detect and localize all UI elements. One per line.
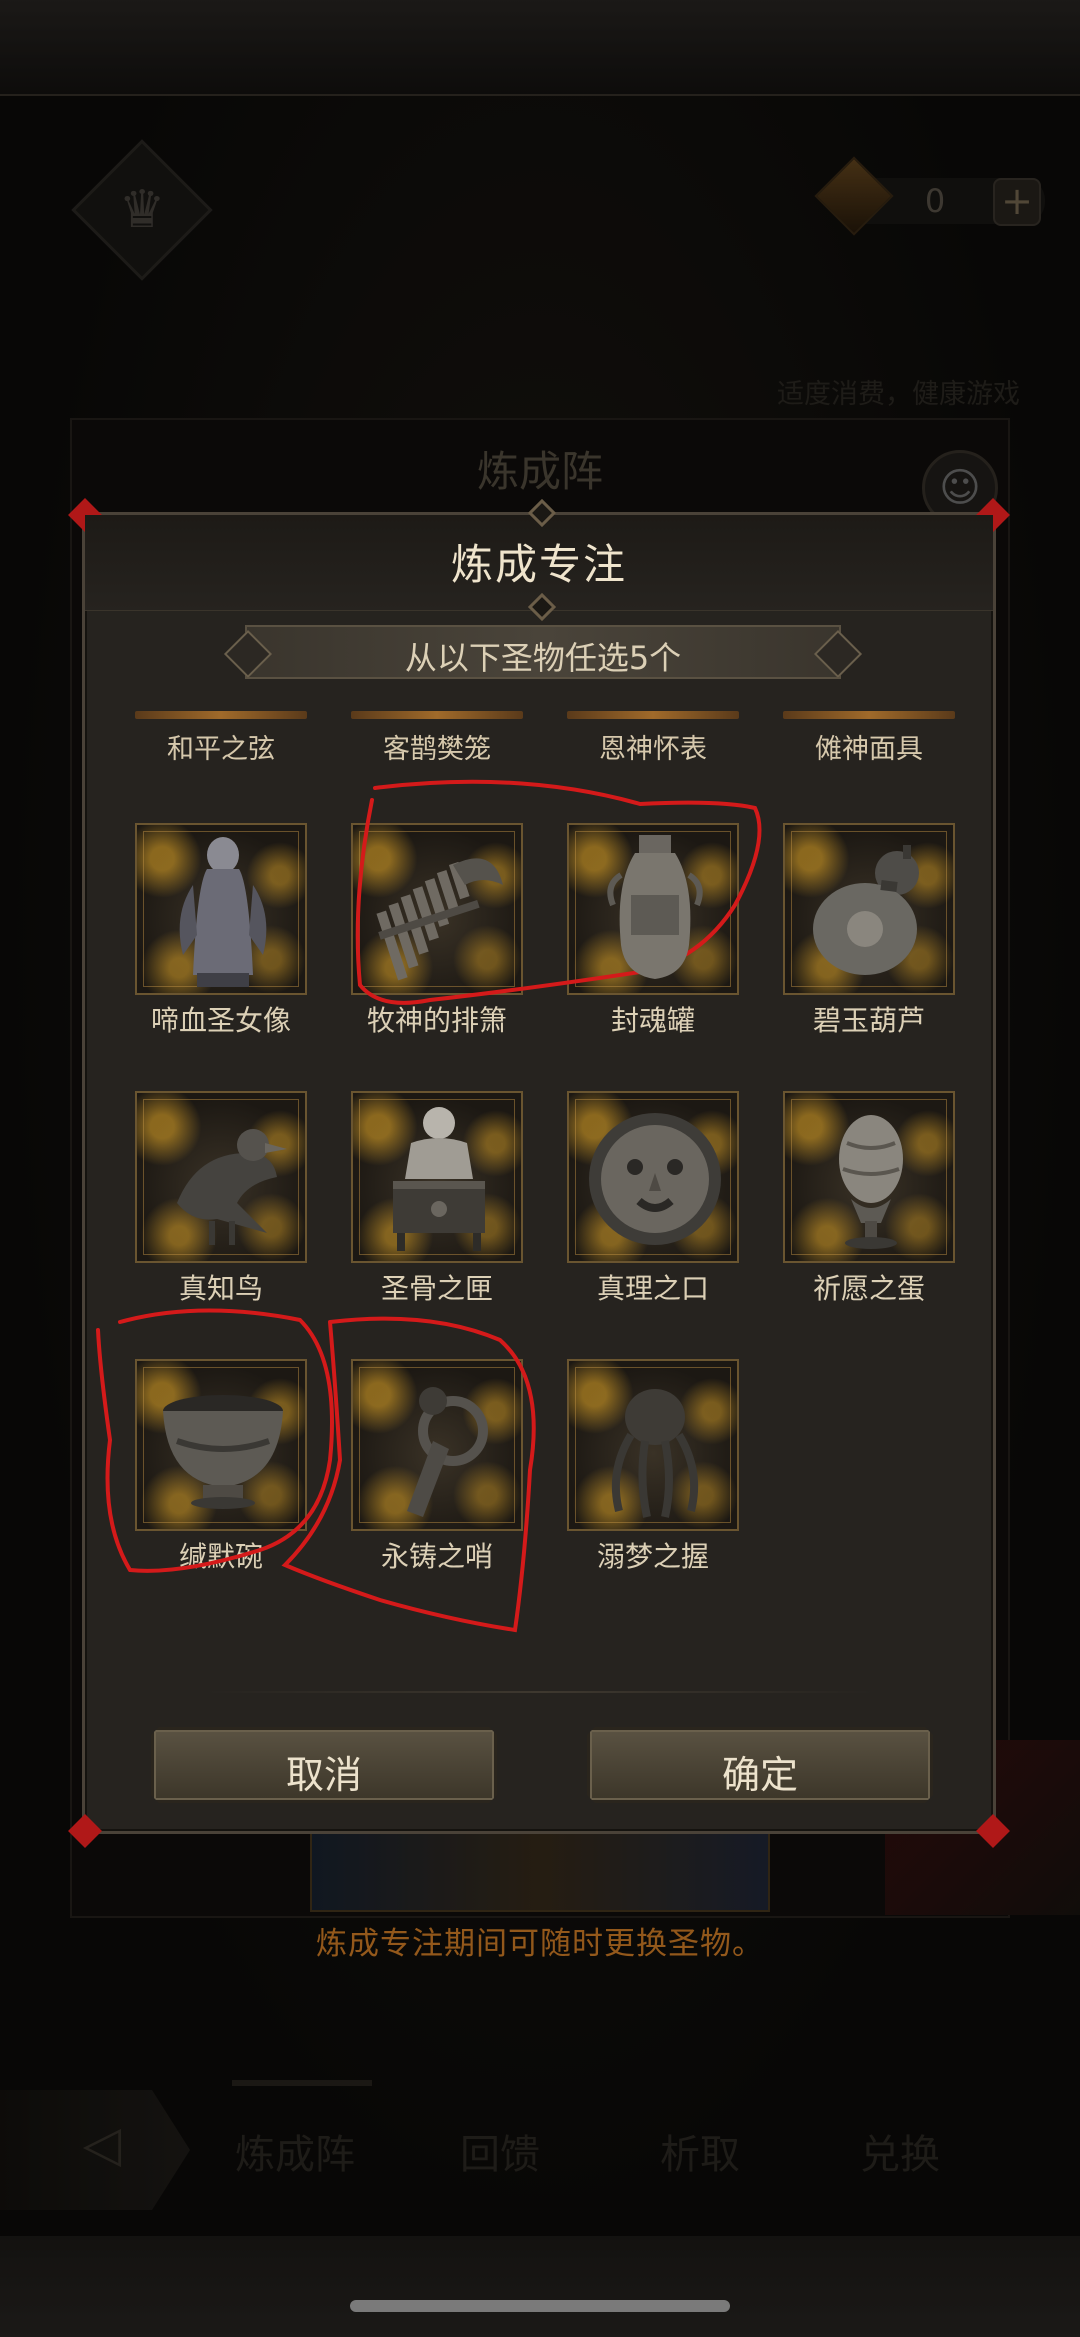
relic-item[interactable]: 封魂罐 <box>567 823 739 1038</box>
item-frame-edge <box>135 711 307 719</box>
relic-item[interactable]: 祈愿之蛋 <box>783 1091 955 1306</box>
confirm-button-label: 确定 <box>721 1753 798 1797</box>
divider <box>205 1691 875 1693</box>
item-label[interactable]: 客鹊樊笼 <box>337 727 537 766</box>
item-label: 溺梦之握 <box>596 1540 709 1573</box>
item-label: 祈愿之蛋 <box>812 1272 925 1305</box>
relic-item[interactable]: 真知鸟 <box>135 1091 307 1306</box>
cancel-button-label: 取消 <box>285 1753 362 1797</box>
instruction-text: 从以下圣物任选5个 <box>404 639 682 677</box>
item-label[interactable]: 和平之弦 <box>121 727 321 766</box>
top-row-partial: 和平之弦 客鹊樊笼 恩神怀表 傩神面具 <box>85 711 993 771</box>
relic-item[interactable]: 缄默碗 <box>135 1359 307 1574</box>
item-label[interactable]: 恩神怀表 <box>553 727 753 766</box>
confirm-button[interactable]: 确定 <box>587 1727 933 1803</box>
relic-item[interactable]: 牧神的排箫 <box>351 823 523 1038</box>
item-label: 啼血圣女像 <box>150 1004 291 1037</box>
item-label: 永铸之哨 <box>380 1540 493 1573</box>
item-label: 牧神的排箫 <box>366 1004 507 1037</box>
item-frame <box>135 823 307 995</box>
item-label: 碧玉葫芦 <box>812 1004 925 1037</box>
item-frame-edge <box>351 711 523 719</box>
item-label: 真理之口 <box>596 1272 709 1305</box>
bowl-icon <box>163 1395 283 1509</box>
item-frame <box>351 1091 523 1263</box>
relic-item[interactable]: 圣骨之匣 <box>351 1091 523 1306</box>
item-frame <box>135 1359 307 1531</box>
cancel-button[interactable]: 取消 <box>151 1727 497 1803</box>
relic-item[interactable]: 永铸之哨 <box>351 1359 523 1574</box>
whistle-icon <box>407 1387 488 1517</box>
relic-item[interactable]: 碧玉葫芦 <box>783 823 955 1038</box>
item-label: 圣骨之匣 <box>380 1272 493 1305</box>
item-frame-edge <box>567 711 739 719</box>
statue-icon <box>179 837 267 987</box>
mask-icon <box>589 1113 721 1245</box>
item-frame <box>135 1091 307 1263</box>
item-frame <box>351 1359 523 1531</box>
item-frame <box>567 1359 739 1531</box>
item-frame-edge <box>783 711 955 719</box>
item-frame <box>567 823 739 995</box>
item-label: 真知鸟 <box>178 1272 263 1305</box>
item-frame <box>567 1091 739 1263</box>
item-frame <box>783 823 955 995</box>
gourd-icon <box>813 845 919 975</box>
urn-icon <box>607 835 703 979</box>
relic-item[interactable]: 真理之口 <box>567 1091 739 1306</box>
reliquary-icon <box>393 1107 485 1251</box>
focus-selection-dialog: 炼成专注 从以下圣物任选5个 和平之弦 客鹊樊笼 恩神怀表 傩神面具 啼血圣女像 <box>68 498 1010 1848</box>
tentacle-icon <box>611 1389 699 1518</box>
dialog-title: 炼成专注 <box>450 540 627 589</box>
egg-icon <box>839 1115 903 1249</box>
relic-item[interactable]: 啼血圣女像 <box>135 823 307 1038</box>
instruction-banner: 从以下圣物任选5个 <box>245 625 841 679</box>
title-ornament <box>527 592 557 622</box>
dialog-header: 炼成专注 <box>85 498 993 622</box>
item-label: 封魂罐 <box>610 1004 695 1037</box>
relic-item[interactable]: 溺梦之握 <box>567 1359 739 1574</box>
panpipe-icon <box>376 858 503 981</box>
bird-icon <box>177 1129 287 1245</box>
item-label: 缄默碗 <box>178 1540 263 1573</box>
item-label[interactable]: 傩神面具 <box>769 727 969 766</box>
item-frame <box>351 823 523 995</box>
item-frame <box>783 1091 955 1263</box>
